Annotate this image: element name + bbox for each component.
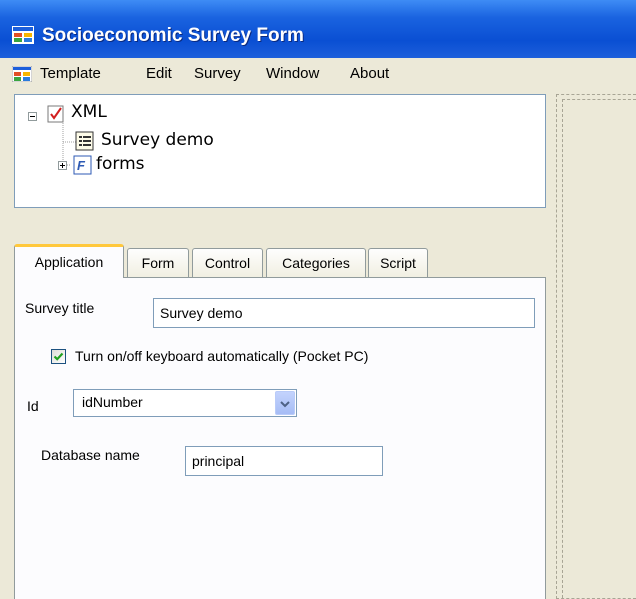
tab-application[interactable]: Application — [14, 244, 124, 278]
collapse-xml-button[interactable] — [28, 112, 37, 121]
id-select-value: idNumber — [82, 394, 143, 410]
form-document-icon — [75, 131, 94, 151]
menu-about[interactable]: About — [350, 65, 389, 82]
window-title: Socioeconomic Survey Form — [42, 25, 304, 46]
expand-forms-button[interactable] — [58, 161, 67, 170]
keyboard-checkbox-label[interactable]: Turn on/off keyboard automatically (Pock… — [75, 348, 368, 364]
tree-node-forms[interactable]: forms — [96, 154, 145, 174]
dropdown-button[interactable] — [275, 391, 295, 415]
menu-edit[interactable]: Edit — [146, 65, 172, 82]
database-name-input[interactable]: principal — [185, 446, 383, 476]
mdi-window-icon[interactable] — [12, 66, 32, 82]
forms-folder-icon: F — [73, 155, 92, 175]
menu-template[interactable]: Template — [40, 65, 101, 82]
design-panel[interactable] — [556, 94, 636, 599]
id-select[interactable]: idNumber — [73, 389, 297, 417]
menu-survey[interactable]: Survey — [194, 65, 241, 82]
application-tab-page: Survey title Survey demo Turn on/off key… — [14, 277, 546, 599]
xml-file-icon — [47, 105, 64, 123]
design-panel-inner — [562, 99, 636, 598]
database-name-label: Database name — [41, 447, 140, 463]
tree-node-xml[interactable]: XML — [71, 102, 107, 122]
checkmark-icon — [53, 352, 64, 361]
tab-script[interactable]: Script — [368, 248, 428, 277]
tree-view[interactable]: XML Survey demo F forms — [14, 94, 546, 208]
app-window-icon — [12, 26, 34, 44]
svg-text:F: F — [77, 158, 86, 173]
menu-bar: Template Edit Survey Window About — [0, 58, 636, 90]
tab-form[interactable]: Form — [127, 248, 189, 277]
survey-title-input[interactable]: Survey demo — [153, 298, 535, 328]
menu-window[interactable]: Window — [266, 65, 319, 82]
id-label: Id — [27, 398, 39, 414]
chevron-down-icon — [280, 401, 290, 408]
tab-control[interactable]: Control — [192, 248, 263, 277]
tab-categories[interactable]: Categories — [266, 248, 366, 277]
survey-title-label: Survey title — [25, 300, 95, 316]
tree-node-survey-demo[interactable]: Survey demo — [101, 130, 214, 150]
title-bar: Socioeconomic Survey Form — [0, 0, 636, 58]
keyboard-checkbox[interactable] — [51, 349, 66, 364]
